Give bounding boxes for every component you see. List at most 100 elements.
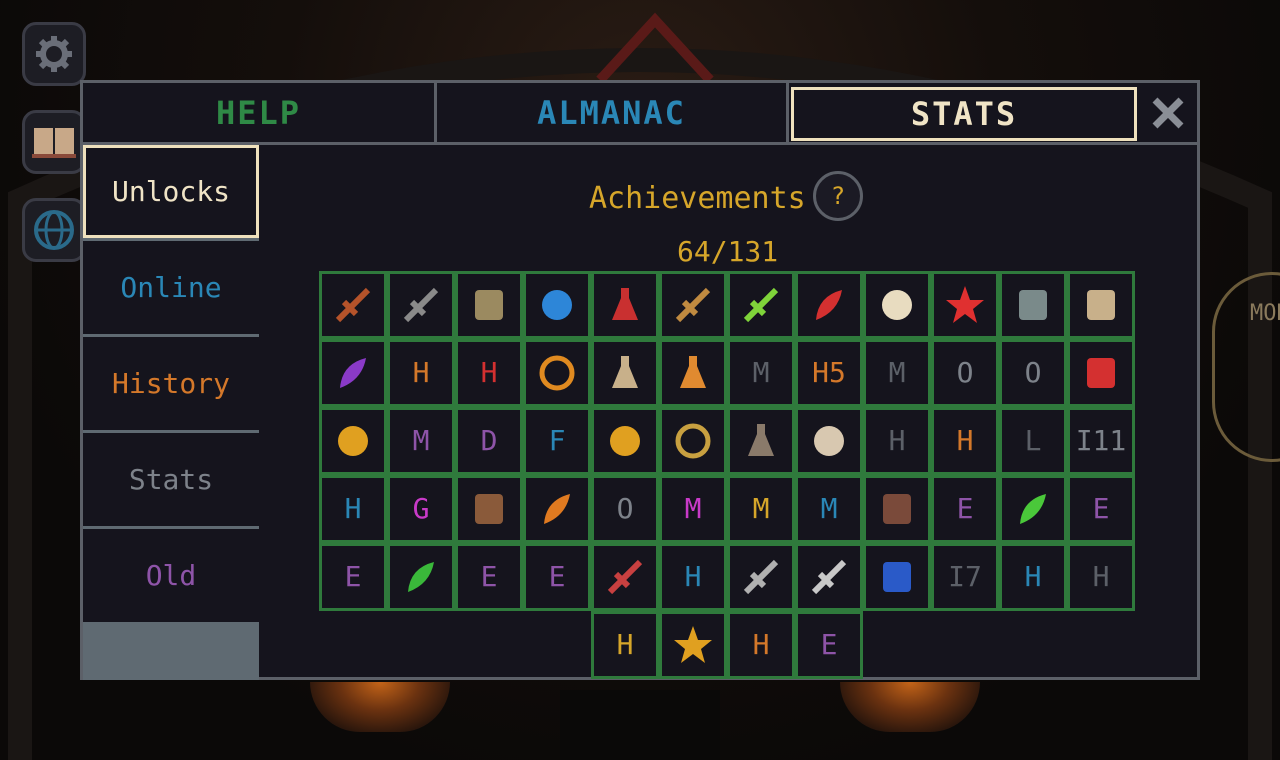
achievement-slot[interactable]: E [795,611,863,679]
sidebar-item-unlocks[interactable]: Unlocks [83,145,259,238]
achievement-slot[interactable] [999,475,1067,543]
achievement-slot[interactable]: G [387,475,455,543]
achievement-slot[interactable]: E [319,543,387,611]
online-button[interactable] [22,198,86,262]
achievement-slot[interactable]: L [999,407,1067,475]
blue-orb-icon [542,290,572,320]
achievement-slot[interactable] [1067,271,1135,339]
achievement-slot[interactable]: H [591,611,659,679]
achievement-slot[interactable]: H [931,407,999,475]
sidebar-item-online[interactable]: Online [83,241,259,334]
achievement-slot[interactable] [591,543,659,611]
achievement-slot[interactable] [727,407,795,475]
achievement-slot[interactable] [795,271,863,339]
achievement-slot[interactable] [523,271,591,339]
achievement-slot[interactable] [387,271,455,339]
achievement-slot[interactable]: I7 [931,543,999,611]
achievement-slot[interactable]: M [863,339,931,407]
tab-almanac[interactable]: ALMANAC [437,83,789,142]
achievement-slot[interactable]: E [455,543,523,611]
achievement-slot[interactable]: O [999,339,1067,407]
achievement-slot[interactable]: O [931,339,999,407]
achievement-slot[interactable]: H [319,475,387,543]
achievement-lock-letter: H [616,628,634,661]
achievement-slot[interactable]: E [931,475,999,543]
green-slug-icon [743,287,779,323]
achievement-slot[interactable] [795,407,863,475]
achievement-slot[interactable]: M [727,475,795,543]
achievement-slot[interactable] [659,339,727,407]
achievement-slot[interactable]: D [455,407,523,475]
achievement-slot[interactable] [455,475,523,543]
achievement-lock-letter: G [412,492,430,525]
achievement-slot[interactable] [727,271,795,339]
achievement-slot[interactable] [659,407,727,475]
achievement-slot[interactable]: M [387,407,455,475]
achievement-slot[interactable] [591,271,659,339]
sidebar-item-history[interactable]: History [83,337,259,430]
gear-icon [36,36,72,72]
chest-icon [475,494,503,524]
tab-bar: HELP ALMANAC STATS [83,83,1197,145]
achievement-lock-letter: I11 [1075,424,1127,457]
achievement-slot[interactable]: O [591,475,659,543]
achievement-slot[interactable] [999,271,1067,339]
grail-icon [748,424,774,456]
achievement-slot[interactable] [659,271,727,339]
achievement-slot[interactable] [795,543,863,611]
achievement-slot[interactable]: F [523,407,591,475]
achievement-slot[interactable] [727,543,795,611]
hourglass-icon [612,356,638,388]
achievement-slot[interactable]: H [387,339,455,407]
achievement-slot[interactable] [863,543,931,611]
achievement-slot[interactable]: H [455,339,523,407]
sidebar-item-stats[interactable]: Stats [83,433,259,526]
achievement-slot[interactable] [863,475,931,543]
achievement-slot[interactable]: M [659,475,727,543]
tab-stats[interactable]: STATS [791,87,1137,141]
close-icon [1152,97,1184,128]
achievement-slot[interactable] [931,271,999,339]
achievement-slot[interactable] [387,543,455,611]
achievement-slot[interactable] [319,271,387,339]
achievement-slot[interactable] [863,271,931,339]
achievement-slot[interactable]: H [1067,543,1135,611]
achievement-slot[interactable] [319,339,387,407]
achievement-lock-letter: E [956,492,974,525]
tab-help[interactable]: HELP [83,83,437,142]
green-shard-icon [408,562,434,592]
scroll-icon [1087,290,1115,320]
close-button[interactable] [1139,83,1197,142]
achievement-slot[interactable]: E [1067,475,1135,543]
steel-helm-icon [1019,290,1047,320]
chain-icon [403,287,439,323]
settings-button[interactable] [22,22,86,86]
achievement-slot[interactable] [319,407,387,475]
achievement-slot[interactable]: H [727,611,795,679]
achievement-slot[interactable] [591,339,659,407]
sidebar-item-old[interactable]: Old [83,529,259,622]
achievement-lock-letter: F [548,424,566,457]
achievement-slot[interactable]: I11 [1067,407,1135,475]
achievement-slot[interactable]: E [523,543,591,611]
achievement-slot[interactable]: H5 [795,339,863,407]
achievement-slot[interactable] [659,611,727,679]
achievement-lock-letter: E [344,560,362,593]
candle-icon [680,356,706,388]
achievement-slot[interactable]: H [863,407,931,475]
silver-claw-icon [743,559,779,595]
achievement-slot[interactable]: H [999,543,1067,611]
achievement-slot[interactable] [523,475,591,543]
achievement-slot[interactable]: M [727,339,795,407]
achievement-slot[interactable] [455,271,523,339]
achievements-title: Achievements [589,181,806,216]
achievements-help-button[interactable]: ? [813,171,863,221]
achievement-slot[interactable] [1067,339,1135,407]
achievement-slot[interactable]: H [659,543,727,611]
achievement-slot[interactable]: M [795,475,863,543]
gold-coin-icon [338,426,368,456]
modes-label: MODES [1250,301,1280,326]
journal-button[interactable] [22,110,86,174]
achievement-slot[interactable] [523,339,591,407]
achievement-slot[interactable] [591,407,659,475]
